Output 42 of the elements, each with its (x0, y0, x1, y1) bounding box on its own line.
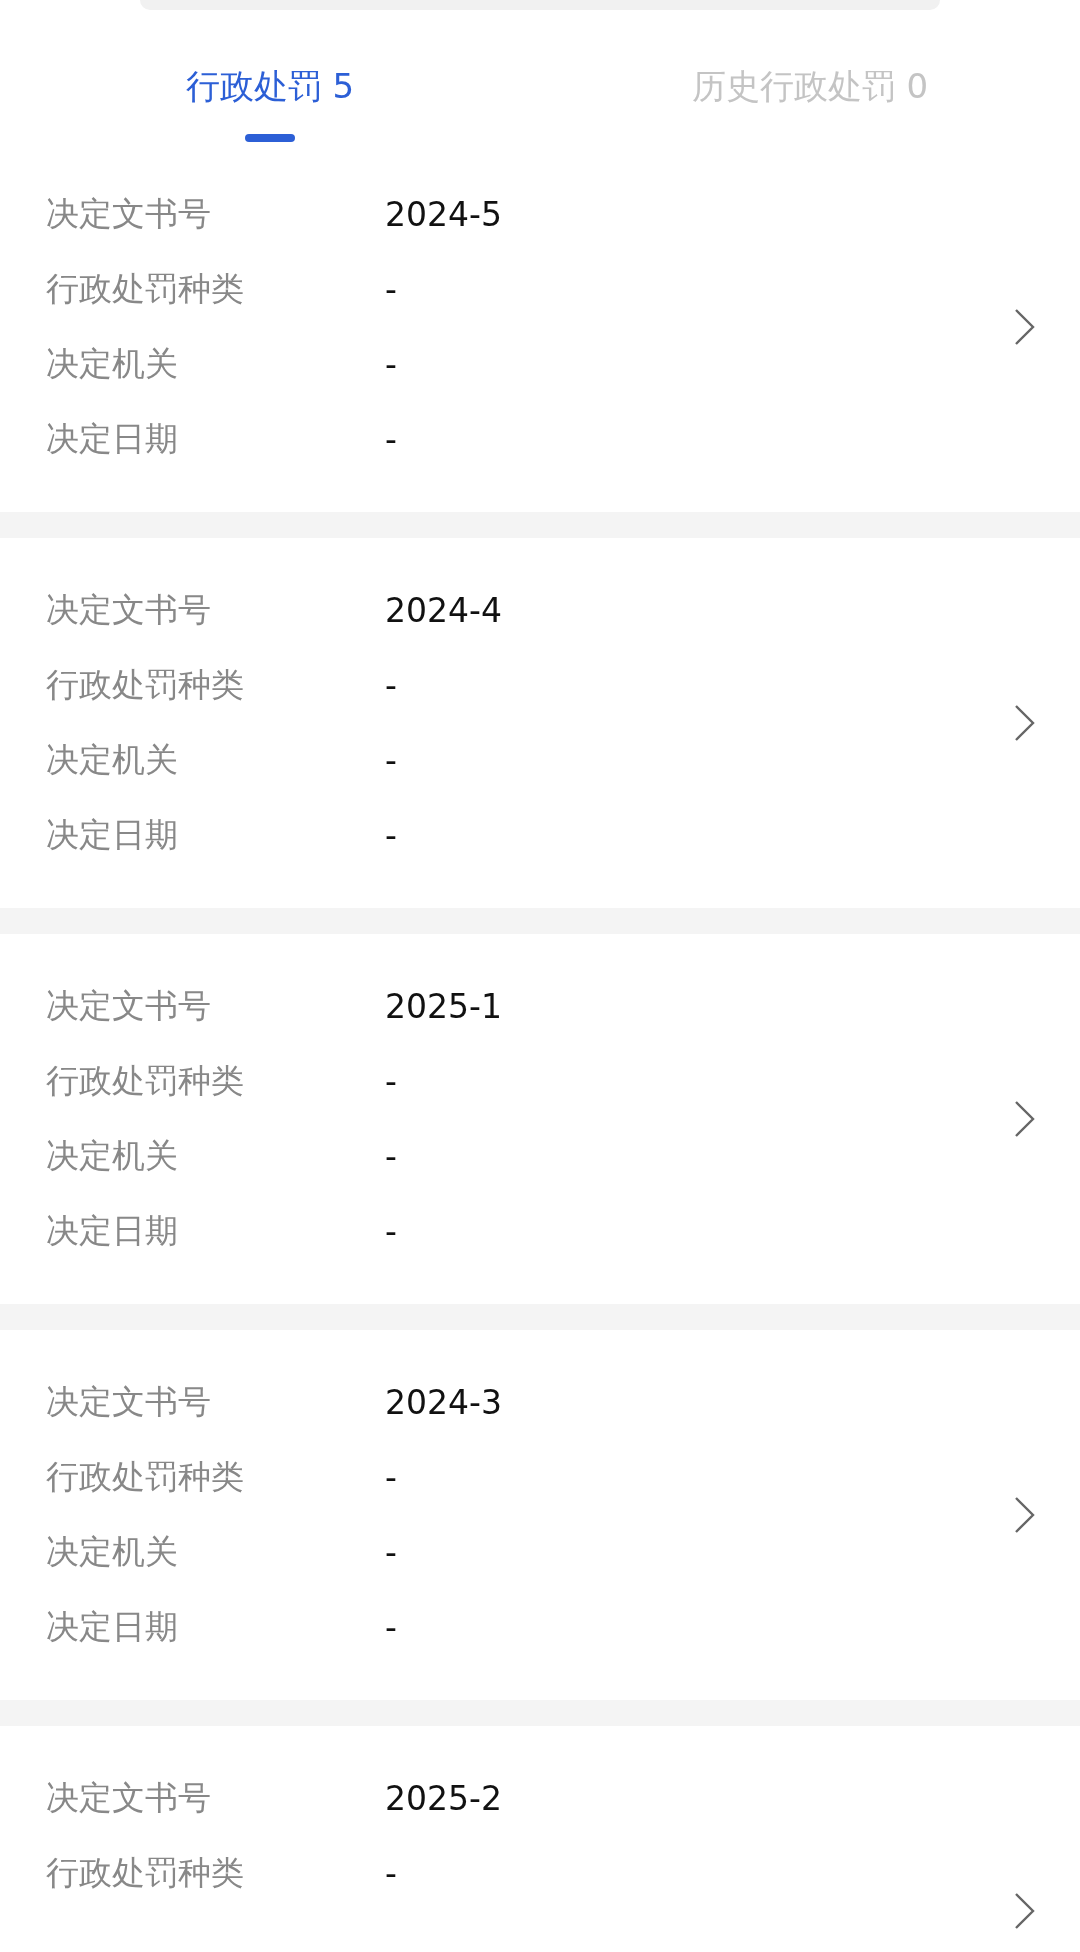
field-label: 行政处罚种类 (46, 1456, 245, 1498)
field-value: - (385, 1458, 397, 1497)
field-value: - (385, 666, 397, 705)
field-label: 行政处罚种类 (46, 1060, 245, 1102)
field-value: 2024-5 (385, 195, 502, 234)
field-value: - (385, 1062, 397, 1101)
field-label: 决定文书号 (46, 589, 212, 631)
chevron-right-icon (1014, 308, 1036, 346)
field-label: 决定文书号 (46, 1777, 212, 1819)
chevron-right-icon (1014, 1496, 1036, 1534)
chevron-right-icon (1014, 1100, 1036, 1138)
field-label: 决定机关 (46, 1135, 179, 1177)
chevron-right-icon (1014, 704, 1036, 742)
field-value: - (385, 1608, 397, 1647)
field-label: 行政处罚种类 (46, 1852, 245, 1894)
field-label: 行政处罚种类 (46, 664, 245, 706)
field-value: - (385, 1212, 397, 1251)
field-value: - (385, 1533, 397, 1572)
field-value: 2024-4 (385, 591, 502, 630)
field-value: 2024-3 (385, 1383, 502, 1422)
field-label: 决定机关 (46, 1531, 179, 1573)
field-label: 决定日期 (46, 1606, 179, 1648)
field-value: - (385, 270, 397, 309)
field-value: - (385, 1854, 397, 1893)
field-label: 决定文书号 (46, 985, 212, 1027)
field-value: 2025-1 (385, 987, 502, 1026)
field-value: - (385, 420, 397, 459)
chevron-right-icon (1014, 1892, 1036, 1930)
field-value: 2025-2 (385, 1779, 502, 1818)
field-label: 决定日期 (46, 418, 179, 460)
field-label: 决定文书号 (46, 193, 212, 235)
field-value: - (385, 741, 397, 780)
field-label: 行政处罚种类 (46, 268, 245, 310)
field-value: - (385, 816, 397, 855)
field-label: 决定机关 (46, 343, 179, 385)
field-label: 决定机关 (46, 739, 179, 781)
field-value: - (385, 1137, 397, 1176)
field-label: 决定日期 (46, 1210, 179, 1252)
field-value: - (385, 345, 397, 384)
field-label: 决定日期 (46, 814, 179, 856)
field-label: 决定文书号 (46, 1381, 212, 1423)
tab[interactable]: 行政处罚 5 (0, 66, 540, 142)
